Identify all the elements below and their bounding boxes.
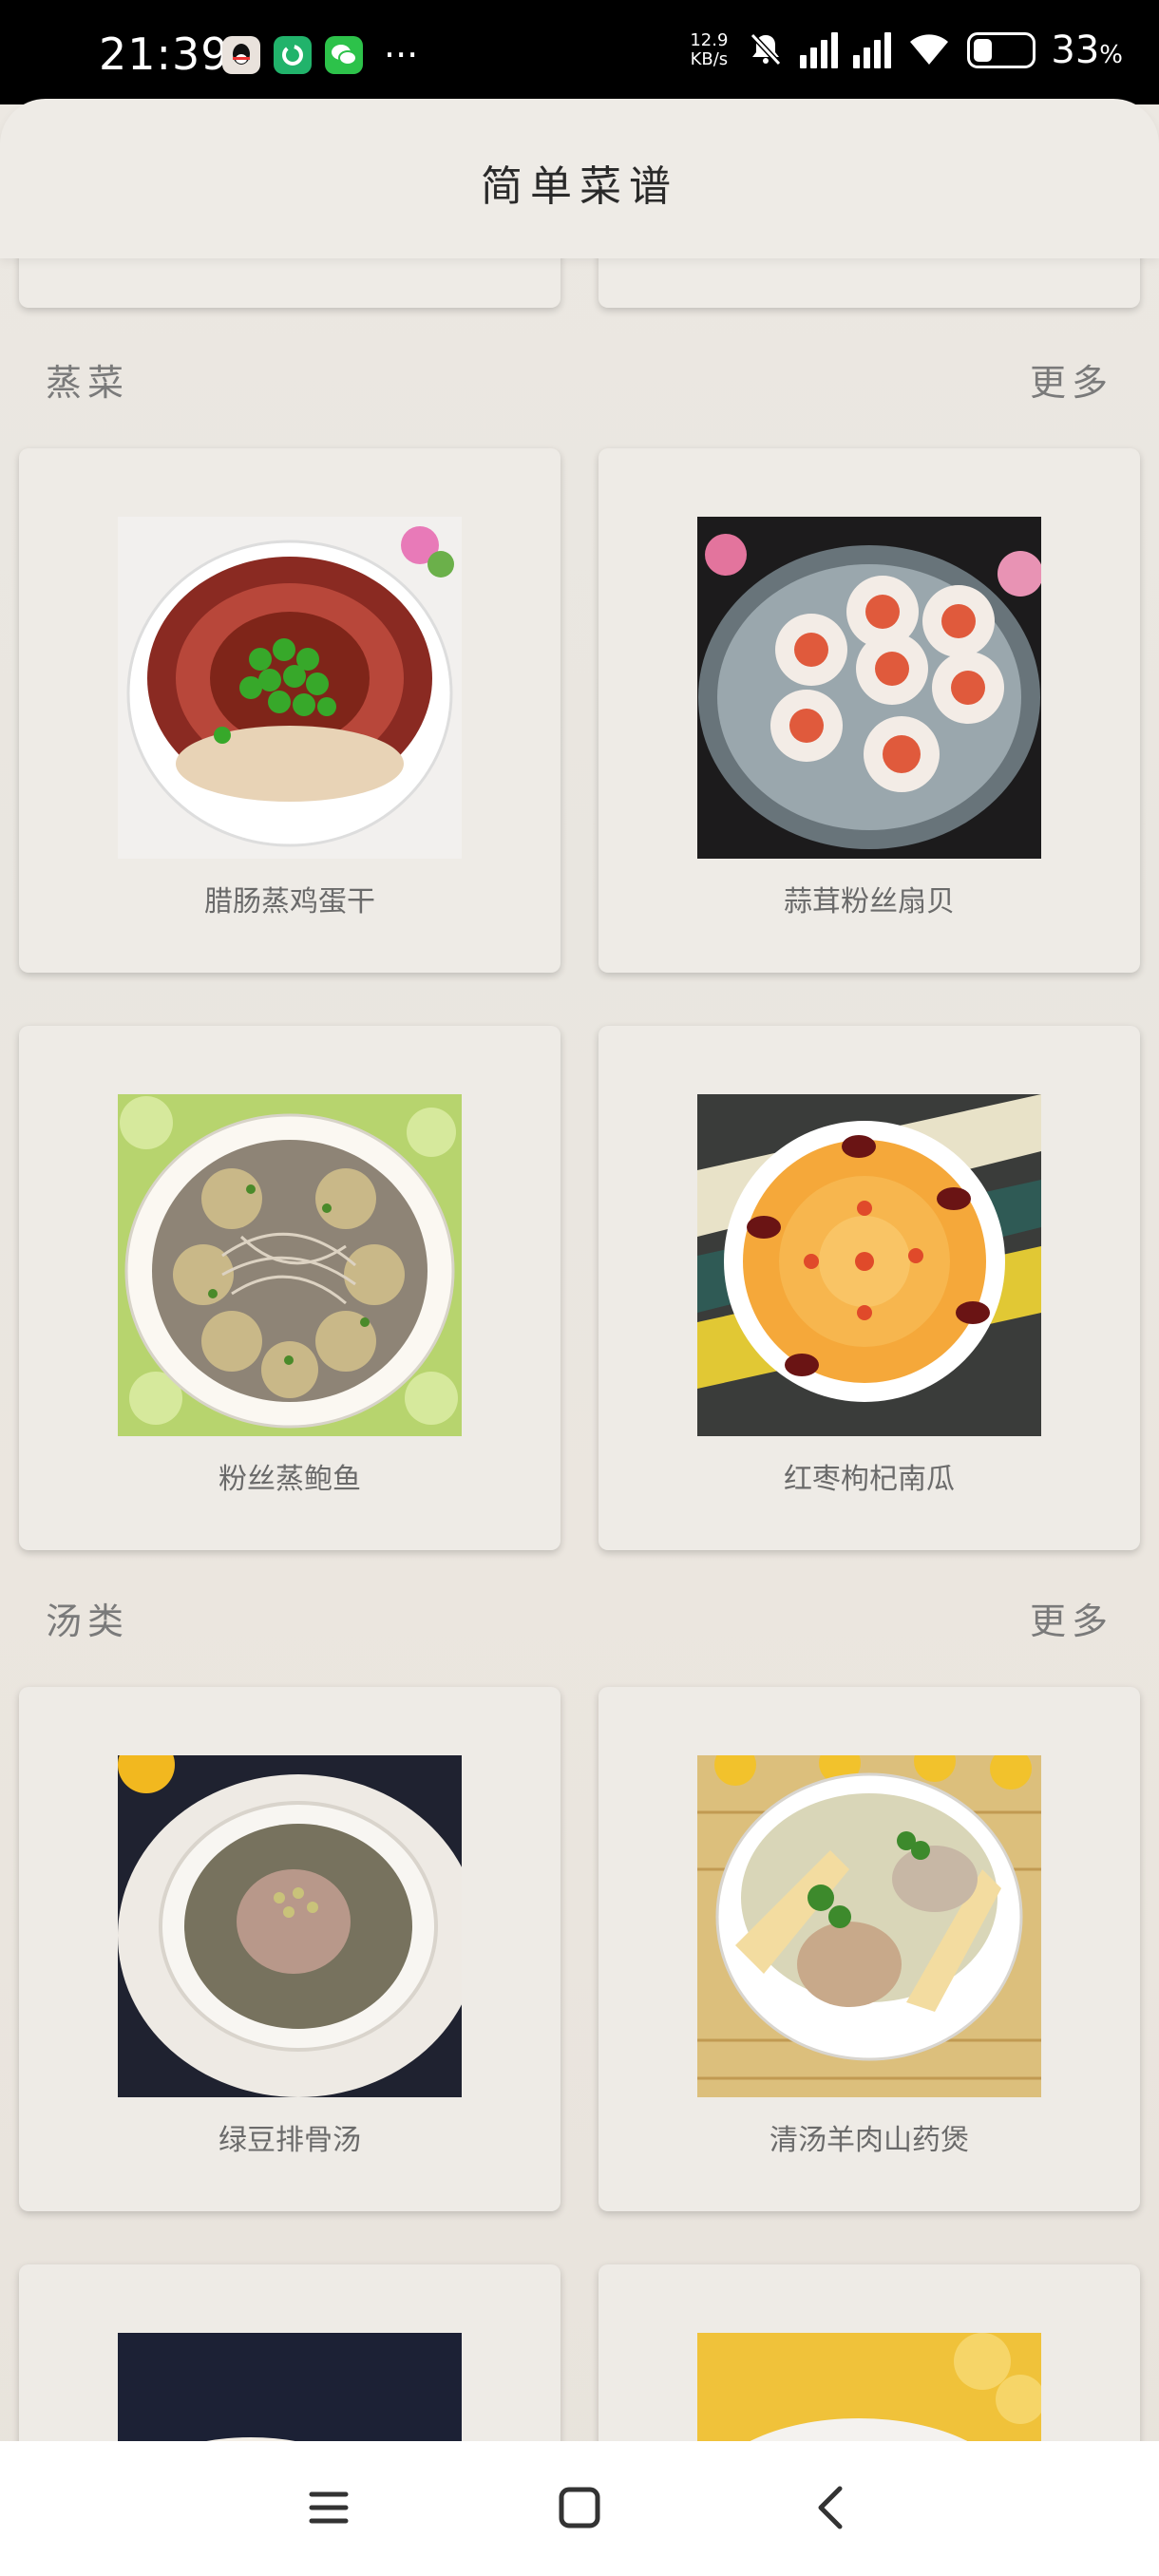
app-header: 简单菜谱 [0,99,1159,258]
qq-icon [222,36,260,74]
recipe-list[interactable]: 蒸菜 更多 腊肠蒸鸡蛋干 蒜茸粉丝扇贝 粉丝蒸鲍鱼 红枣枸杞南瓜 汤类 更多 绿… [0,258,1159,2441]
section-header-soup: 汤类 更多 [46,1592,1113,1649]
recipe-image [697,1094,1041,1436]
recipe-card[interactable]: 蒜茸粉丝扇贝 [598,448,1140,973]
more-link[interactable]: 更多 [1030,353,1113,406]
recipe-title: 粉丝蒸鲍鱼 [218,1463,361,1496]
recipe-card-partial[interactable] [19,2264,560,2441]
signal-icon [800,32,839,68]
status-bar: 21:39 ··· 12.9 KB/s 33% [0,0,1159,104]
wifi-icon [906,30,952,70]
wechat-icon [325,36,363,74]
menu-icon[interactable] [300,2479,357,2536]
recipe-title: 蒜茸粉丝扇贝 [784,885,955,919]
recipe-card[interactable]: 红枣枸杞南瓜 [598,1026,1140,1550]
battery-icon [967,32,1036,68]
section-title: 蒸菜 [46,362,130,404]
battery-percent: 33% [1051,28,1123,72]
page-title: 简单菜谱 [481,162,678,211]
recipe-image [118,2333,462,2441]
home-icon[interactable] [551,2479,608,2536]
status-indicators: 12.9 KB/s 33% [686,28,1123,72]
back-icon[interactable] [804,2479,861,2536]
recipe-title: 腊肠蒸鸡蛋干 [204,885,375,919]
more-link[interactable]: 更多 [1030,1592,1113,1644]
recipe-image [118,517,462,859]
recipe-image [697,517,1041,859]
recycle-app-icon [274,36,312,74]
recipe-title: 红枣枸杞南瓜 [784,1463,955,1496]
recipe-image [697,1755,1041,2097]
recipe-title: 清汤羊肉山药煲 [770,2124,969,2157]
netspeed-unit: KB/s [690,49,729,69]
more-notifications-icon: ··· [384,34,419,76]
recipe-image [697,2333,1041,2441]
recipe-card[interactable]: 绿豆排骨汤 [19,1687,560,2211]
battery-level-fill [974,39,993,62]
recipe-image [118,1094,462,1436]
mute-icon [747,29,785,71]
notification-icons: ··· [222,36,418,74]
recipe-card-partial[interactable] [598,2264,1140,2441]
netspeed-value: 12.9 [690,30,729,50]
recipe-image [118,1755,462,2097]
recipe-card[interactable]: 腊肠蒸鸡蛋干 [19,448,560,973]
network-speed: 12.9 KB/s [686,31,732,69]
recipe-card-partial[interactable] [19,258,560,308]
section-header-steamed: 蒸菜 更多 [46,353,1113,410]
signal-icon-2 [853,32,892,68]
recipe-card[interactable]: 粉丝蒸鲍鱼 [19,1026,560,1550]
system-nav-bar [0,2441,1159,2576]
section-title: 汤类 [46,1601,130,1642]
recipe-card-partial[interactable] [598,258,1140,308]
recipe-title: 绿豆排骨汤 [218,2124,361,2157]
recipe-card[interactable]: 清汤羊肉山药煲 [598,1687,1140,2211]
status-time: 21:39 [99,28,230,80]
